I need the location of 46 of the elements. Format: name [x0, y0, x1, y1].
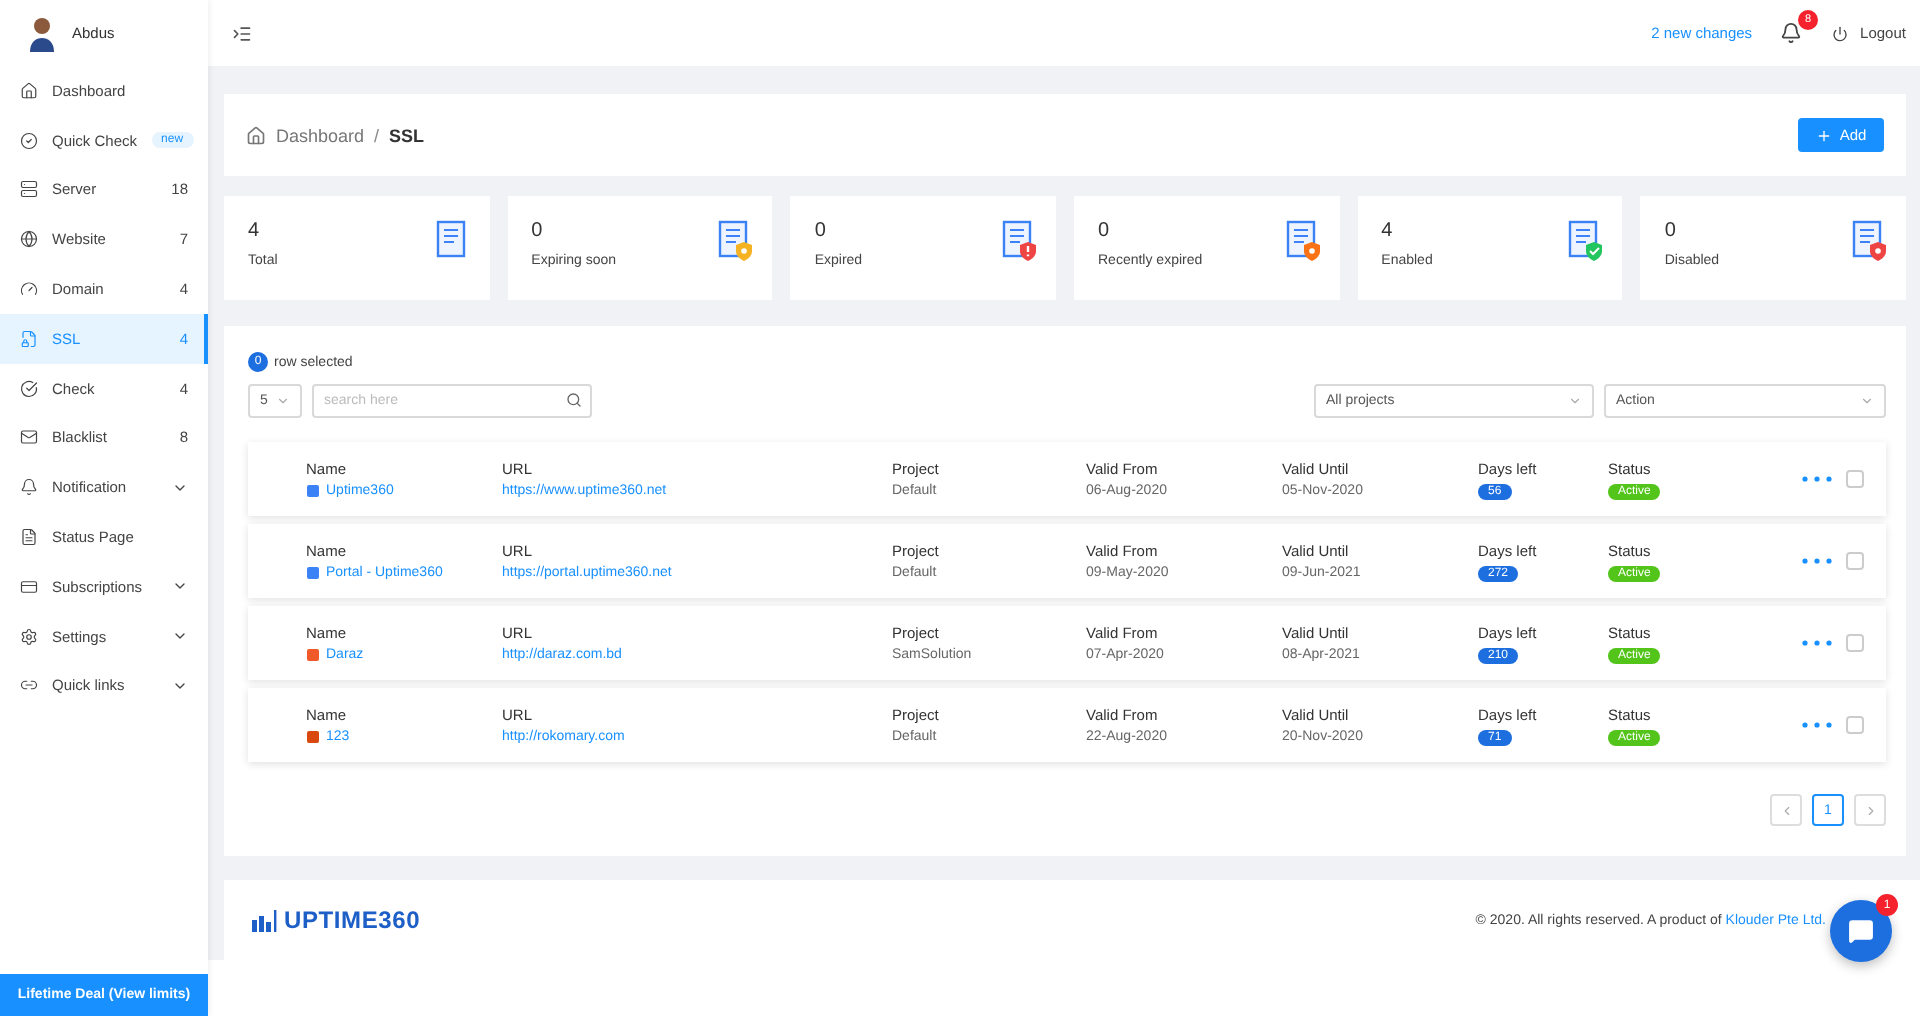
certificate-shield-icon — [1285, 220, 1322, 264]
row-checkbox[interactable] — [1846, 716, 1864, 734]
chevron-right-icon — [1863, 803, 1877, 817]
power-icon — [1832, 25, 1849, 41]
plus-icon — [1815, 127, 1832, 143]
menu-item-icon — [20, 280, 38, 299]
stat-value: 4 — [1381, 220, 1395, 242]
home-icon — [246, 125, 266, 145]
stat-value: 4 — [248, 220, 262, 242]
certificate-shield-icon — [718, 220, 755, 264]
menu-item-icon — [20, 627, 38, 646]
stat-value: 0 — [1098, 220, 1112, 242]
stat-value: 0 — [531, 220, 545, 242]
breadcrumb-separator: / — [374, 125, 380, 145]
stat-value: 0 — [814, 220, 828, 242]
menu-item-icon — [20, 180, 38, 199]
breadcrumb-item[interactable]: Dashboard — [276, 125, 365, 145]
menu-item-icon — [20, 428, 38, 447]
logo-text: UPTIME360 — [284, 906, 421, 934]
menu-item-icon — [20, 676, 38, 695]
menu-item-icon — [20, 230, 38, 249]
menu-item-icon — [20, 577, 38, 596]
menu-item-icon — [20, 478, 38, 497]
row-checkbox[interactable] — [1846, 470, 1864, 488]
bell-icon[interactable] — [1780, 21, 1803, 43]
search-icon[interactable] — [566, 392, 582, 408]
row-checkbox[interactable] — [1846, 552, 1864, 570]
chevron-icon — [276, 394, 290, 408]
avatar-icon — [28, 15, 56, 51]
breadcrumb-item: SSL — [389, 125, 425, 145]
menu-item-icon — [20, 528, 38, 547]
menu-item-icon — [20, 81, 38, 100]
certificate-shield-icon — [1568, 220, 1605, 264]
certificate-shield-icon — [1002, 220, 1038, 264]
menu-toggle-icon[interactable] — [232, 23, 252, 43]
chevron-icon — [1568, 394, 1582, 408]
chevron-icon — [1860, 394, 1874, 408]
bar-chart-logo-icon — [252, 909, 278, 931]
stat-value: 0 — [1664, 220, 1678, 242]
menu-item-icon — [20, 379, 38, 398]
chevron-left-icon — [1779, 803, 1793, 817]
row-checkbox[interactable] — [1846, 634, 1864, 652]
chat-icon — [1848, 918, 1874, 944]
menu-item-icon — [20, 131, 38, 150]
menu-item-icon — [20, 329, 38, 348]
certificate-shield-icon — [1852, 220, 1888, 264]
